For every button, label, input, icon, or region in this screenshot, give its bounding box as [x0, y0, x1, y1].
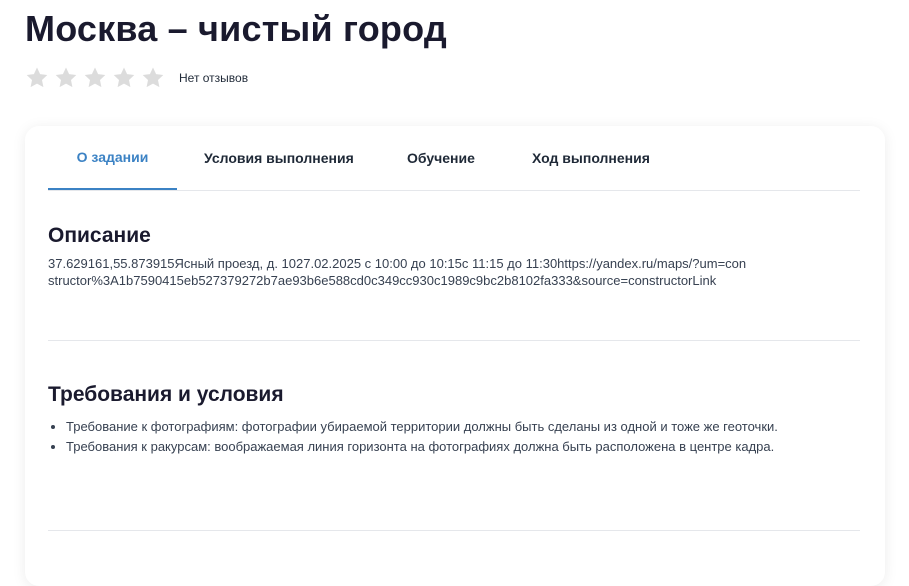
description-text: 37.629161,55.873915Ясный проезд, д. 1027…: [48, 256, 747, 288]
section-divider: [48, 530, 860, 531]
requirements-title: Требования и условия: [48, 383, 284, 406]
reviews-count[interactable]: Нет отзывов: [179, 71, 248, 85]
requirements-list: Требование к фотографиям: фотографии уби…: [48, 419, 826, 455]
star-icon[interactable]: [112, 66, 136, 90]
list-item: Требование к фотографиям: фотографии уби…: [66, 419, 826, 435]
tab-training[interactable]: Обучение: [407, 126, 475, 190]
page-title: Москва – чистый город: [25, 8, 447, 49]
description-section: Описание 37.629161,55.873915Ясный проезд…: [48, 224, 860, 289]
tab-bar: О задании Условия выполнения Обучение Хо…: [48, 126, 860, 191]
star-icon[interactable]: [83, 66, 107, 90]
tab-conditions[interactable]: Условия выполнения: [204, 126, 354, 190]
rating-stars[interactable]: [25, 66, 165, 90]
description-title: Описание: [48, 224, 151, 247]
star-icon[interactable]: [25, 66, 49, 90]
star-icon[interactable]: [141, 66, 165, 90]
requirements-section: Требования и условия Требование к фотогр…: [48, 383, 860, 459]
section-divider: [48, 340, 860, 341]
star-icon[interactable]: [54, 66, 78, 90]
list-item: Требования к ракурсам: воображаемая лини…: [66, 439, 826, 455]
tab-about[interactable]: О задании: [48, 126, 177, 190]
task-card: О задании Условия выполнения Обучение Хо…: [25, 126, 885, 586]
tab-progress[interactable]: Ход выполнения: [532, 126, 650, 190]
rating: Нет отзывов: [25, 66, 248, 90]
